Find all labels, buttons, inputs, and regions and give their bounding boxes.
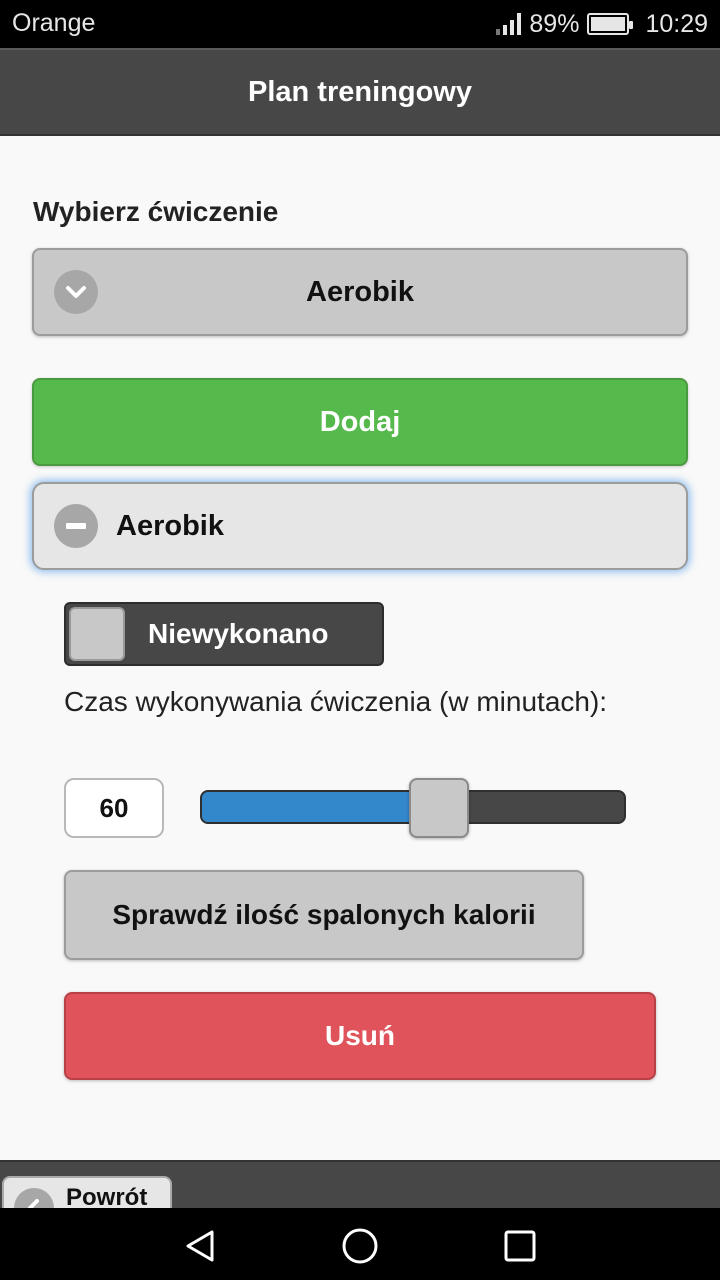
back-button[interactable]: Powrót [2,1176,172,1208]
page-title: Plan treningowy [248,76,472,108]
duration-slider-fill [202,792,439,822]
duration-slider-handle[interactable] [408,778,469,838]
system-nav-bar [0,1208,720,1280]
clock: 10:29 [645,9,708,38]
check-calories-button[interactable]: Sprawdź ilość spalonych kalorii [64,870,584,960]
app-footer: Powrót [0,1160,720,1208]
exercise-item-header[interactable]: Aerobik [32,482,688,570]
minus-icon [54,504,98,548]
carrier-name: Orange [12,9,96,37]
duration-label: Czas wykonywania ćwiczenia (w minutach): [64,686,608,717]
duration-input[interactable]: 60 [64,778,164,838]
home-circle-icon[interactable] [340,1226,380,1266]
back-triangle-icon[interactable] [180,1226,220,1266]
signal-icon [496,13,522,35]
back-button-label: Powrót [66,1184,148,1208]
status-right: 89% 10:29 [496,9,708,39]
status-bar: Orange 89% 10:29 [0,0,720,48]
toggle-handle[interactable] [69,607,125,661]
completed-toggle[interactable]: Niewykonano [64,602,384,666]
battery-percent: 89% [529,9,580,38]
chevron-left-icon [14,1188,54,1208]
delete-button[interactable]: Usuń [64,992,656,1080]
exercise-select-value: Aerobik [306,276,414,308]
exercise-item-title: Aerobik [116,510,224,542]
app-header: Plan treningowy [0,48,720,136]
exercise-select-label: Wybierz ćwiczenie [33,196,279,227]
exercise-select[interactable]: Aerobik [32,248,688,336]
recents-square-icon[interactable] [500,1226,540,1266]
battery-icon [587,13,634,35]
toggle-label: Niewykonano [148,618,329,649]
add-button[interactable]: Dodaj [32,378,688,466]
